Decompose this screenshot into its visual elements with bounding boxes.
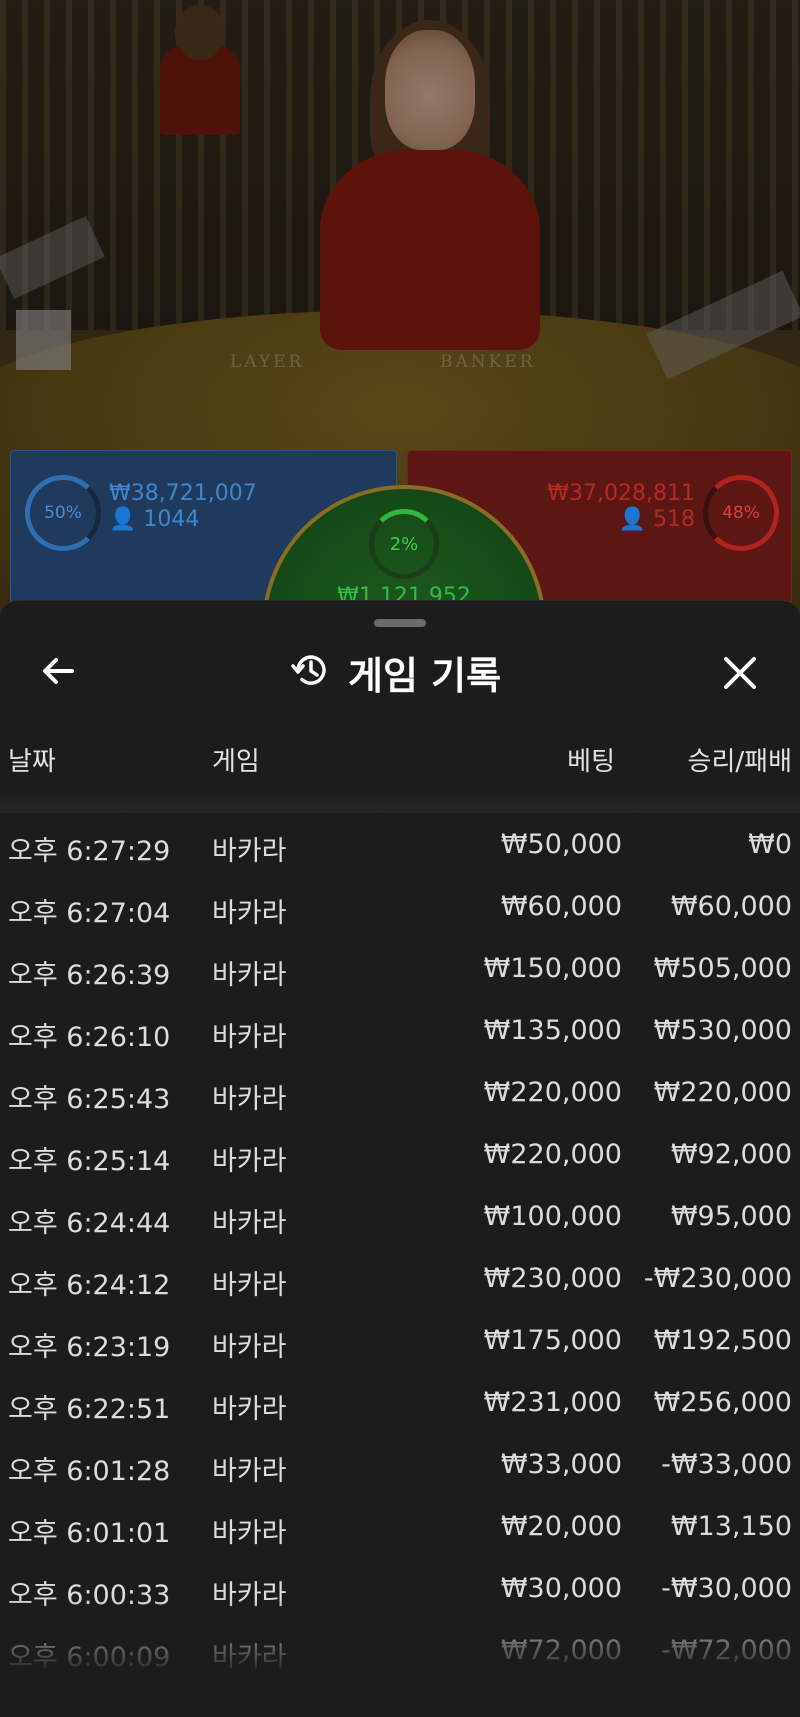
table-row[interactable]: 오후 6:22:51 바카라 ₩231,000 ₩256,000: [0, 1371, 800, 1433]
game-history-sheet: 게임 기록 날짜 게임 베팅 승리/패배 오후 6:27:29 바카라 ₩50,00…: [0, 600, 800, 1717]
row-result: ₩220,000: [653, 1077, 792, 1108]
close-icon[interactable]: [718, 651, 762, 695]
table-row[interactable]: 오후 6:27:29 바카라 ₩50,000 ₩0: [0, 813, 800, 875]
row-game: 바카라: [212, 1394, 287, 1425]
table-row[interactable]: 오후 6:01:28 바카라 ₩33,000 -₩33,000: [0, 1433, 800, 1495]
row-result: ₩95,000: [670, 1201, 792, 1232]
row-bet: ₩135,000: [483, 1015, 622, 1046]
table-row[interactable]: 오후 6:24:44 바카라 ₩100,000 ₩95,000: [0, 1185, 800, 1247]
row-result: ₩92,000: [670, 1139, 792, 1170]
table-row[interactable]: 오후 6:01:01 바카라 ₩20,000 ₩13,150: [0, 1495, 800, 1557]
history-icon: [290, 650, 330, 694]
row-result: ₩13,150: [670, 1511, 792, 1542]
table-row[interactable]: 오후 6:26:39 바카라 ₩150,000 ₩505,000: [0, 937, 800, 999]
column-result: 승리/패배: [687, 747, 792, 777]
column-game: 게임: [212, 747, 260, 777]
row-result: ₩256,000: [653, 1387, 792, 1418]
player-percent: 50%: [44, 503, 82, 523]
row-date: 오후 6:26:39: [8, 960, 171, 991]
row-date: 오후 6:24:44: [8, 1208, 171, 1239]
row-bet: ₩20,000: [500, 1511, 622, 1542]
person-icon: 👤: [109, 507, 137, 532]
tie-percent-ring: 2%: [369, 509, 439, 579]
row-bet: ₩220,000: [483, 1077, 622, 1108]
row-result: ₩505,000: [653, 953, 792, 984]
row-bet: ₩33,000: [500, 1449, 622, 1480]
row-date: 오후 6:01:28: [8, 1456, 171, 1487]
person-icon: 👤: [618, 507, 646, 532]
row-game: 바카라: [212, 1518, 287, 1549]
row-date: 오후 6:27:29: [8, 836, 171, 867]
row-game: 바카라: [212, 1332, 287, 1363]
player-count-value: 1044: [143, 507, 200, 532]
bottom-fade: [0, 1597, 800, 1717]
table-header: 날짜 게임 베팅 승리/패배: [0, 741, 800, 781]
tie-percent: 2%: [389, 533, 419, 555]
row-bet: ₩175,000: [483, 1325, 622, 1356]
banker-percent: 48%: [722, 503, 760, 523]
table-row[interactable]: 오후 6:25:43 바카라 ₩220,000 ₩220,000: [0, 1061, 800, 1123]
row-bet: ₩100,000: [483, 1201, 622, 1232]
row-date: 오후 6:25:14: [8, 1146, 171, 1177]
history-list: 오후 6:27:29 바카라 ₩50,000 ₩0 오후 6:27:04 바카라 ₩60,0…: [0, 813, 800, 1681]
row-date: 오후 6:26:10: [8, 1022, 171, 1053]
banker-bet-amount: ₩37,028,811: [547, 481, 695, 506]
header-divider: [0, 789, 800, 813]
row-result: ₩60,000: [670, 891, 792, 922]
row-game: 바카라: [212, 1084, 287, 1115]
banker-percent-ring: 48%: [703, 475, 779, 551]
row-game: 바카라: [212, 1208, 287, 1239]
table-row[interactable]: 오후 6:25:14 바카라 ₩220,000 ₩92,000: [0, 1123, 800, 1185]
column-bet: 베팅: [567, 747, 615, 777]
player-count: 👤 1044: [109, 507, 199, 532]
row-game: 바카라: [212, 836, 287, 867]
row-bet: ₩231,000: [483, 1387, 622, 1418]
table-row[interactable]: 오후 6:24:12 바카라 ₩230,000 -₩230,000: [0, 1247, 800, 1309]
row-result: ₩192,500: [653, 1325, 792, 1356]
player-bet-amount: ₩38,721,007: [109, 481, 257, 506]
row-bet: ₩220,000: [483, 1139, 622, 1170]
row-date: 오후 6:24:12: [8, 1270, 171, 1301]
row-bet: ₩230,000: [483, 1263, 622, 1294]
row-game: 바카라: [212, 1456, 287, 1487]
row-bet: ₩50,000: [500, 829, 622, 860]
sheet-title-group: 게임 기록: [290, 647, 502, 698]
row-date: 오후 6:22:51: [8, 1394, 171, 1425]
banker-count-value: 518: [653, 507, 695, 532]
row-result: -₩230,000: [643, 1263, 792, 1294]
table-row[interactable]: 오후 6:23:19 바카라 ₩175,000 ₩192,500: [0, 1309, 800, 1371]
table-row[interactable]: 오후 6:26:10 바카라 ₩135,000 ₩530,000: [0, 999, 800, 1061]
table-row[interactable]: 오후 6:27:04 바카라 ₩60,000 ₩60,000: [0, 875, 800, 937]
row-date: 오후 6:01:01: [8, 1518, 171, 1549]
row-bet: ₩150,000: [483, 953, 622, 984]
arrow-left-icon[interactable]: [38, 651, 78, 691]
row-game: 바카라: [212, 1270, 287, 1301]
row-result: -₩33,000: [661, 1449, 792, 1480]
drag-handle[interactable]: [374, 619, 426, 627]
player-percent-ring: 50%: [25, 475, 101, 551]
row-date: 오후 6:27:04: [8, 898, 171, 929]
row-game: 바카라: [212, 898, 287, 929]
row-bet: ₩60,000: [500, 891, 622, 922]
page-title: 게임 기록: [348, 653, 502, 698]
row-game: 바카라: [212, 1146, 287, 1177]
banker-count: 👤 518: [619, 507, 695, 532]
row-date: 오후 6:25:43: [8, 1084, 171, 1115]
row-game: 바카라: [212, 1022, 287, 1053]
column-date: 날짜: [8, 747, 56, 777]
row-date: 오후 6:23:19: [8, 1332, 171, 1363]
row-result: ₩0: [748, 829, 792, 860]
row-result: ₩530,000: [653, 1015, 792, 1046]
row-game: 바카라: [212, 960, 287, 991]
sheet-header: 게임 기록: [0, 641, 800, 701]
